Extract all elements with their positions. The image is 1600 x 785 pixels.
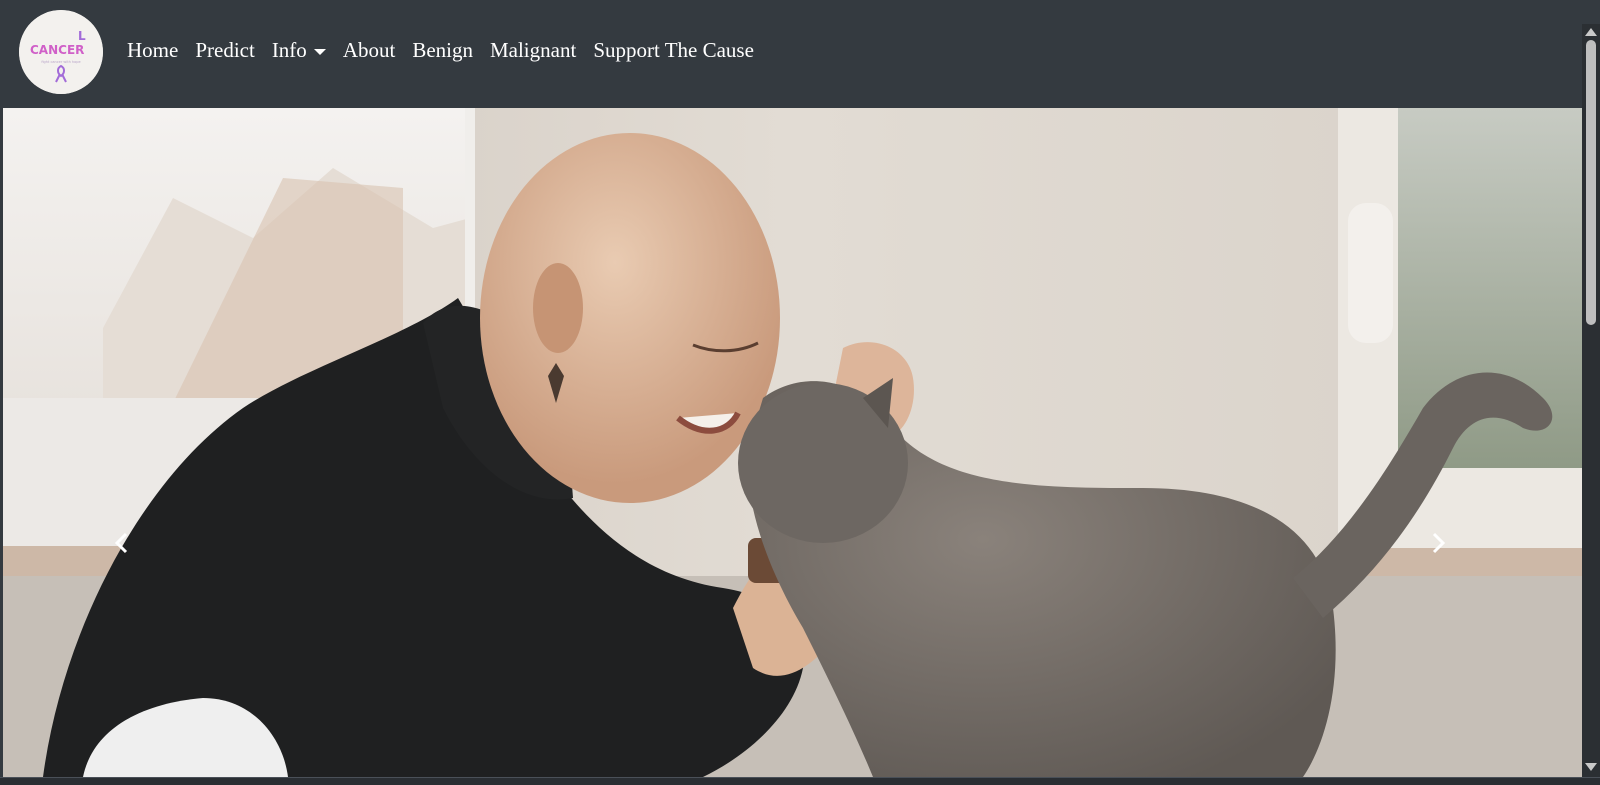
caret-down-icon (313, 48, 326, 55)
nav-about[interactable]: About (343, 38, 396, 63)
nav-about-label: About (342, 38, 396, 62)
nav-benign-label: Benign (412, 38, 473, 62)
nav-home[interactable]: Home (127, 38, 178, 63)
nav-malignant-label: Malignant (489, 38, 577, 62)
chevron-right-icon (1432, 532, 1446, 554)
carousel-prev-button[interactable] (107, 528, 137, 558)
nav-predict[interactable]: Predict (195, 38, 254, 63)
nav-predict-label: Predict (195, 38, 255, 62)
page-scrollbar[interactable] (1582, 24, 1600, 777)
browser-viewport: CANCER L fight cancer with hope Home Pre… (0, 0, 1600, 785)
brand-logo[interactable]: CANCER L fight cancer with hope (19, 10, 103, 94)
scroll-up-arrow-icon[interactable] (1585, 28, 1597, 36)
nav-info-dropdown[interactable]: Info (272, 38, 326, 63)
navbar: CANCER L fight cancer with hope Home Pre… (3, 0, 1582, 108)
nav-support-the-cause[interactable]: Support The Cause (593, 38, 754, 63)
logo-text-overlay: L (78, 29, 86, 43)
nav-benign[interactable]: Benign (412, 38, 473, 63)
woman-with-cat-photo (3, 108, 1582, 777)
logo-tagline: fight cancer with hope (41, 60, 80, 64)
nav-home-label: Home (127, 38, 179, 62)
carousel-next-button[interactable] (1423, 528, 1453, 558)
bottom-edge-bar (0, 777, 1600, 785)
nav-malignant[interactable]: Malignant (490, 38, 576, 63)
hero-carousel (3, 108, 1582, 777)
nav-info-label: Info (271, 38, 307, 62)
logo-graphic: CANCER L fight cancer with hope (19, 10, 103, 94)
nav-support-label: Support The Cause (593, 38, 754, 62)
scroll-down-arrow-icon[interactable] (1585, 763, 1597, 771)
scrollbar-thumb[interactable] (1586, 40, 1596, 325)
logo-text: CANCER (30, 43, 84, 57)
nav-links: Home Predict Info About Benign Malignant… (127, 38, 771, 63)
chevron-left-icon (114, 532, 128, 554)
